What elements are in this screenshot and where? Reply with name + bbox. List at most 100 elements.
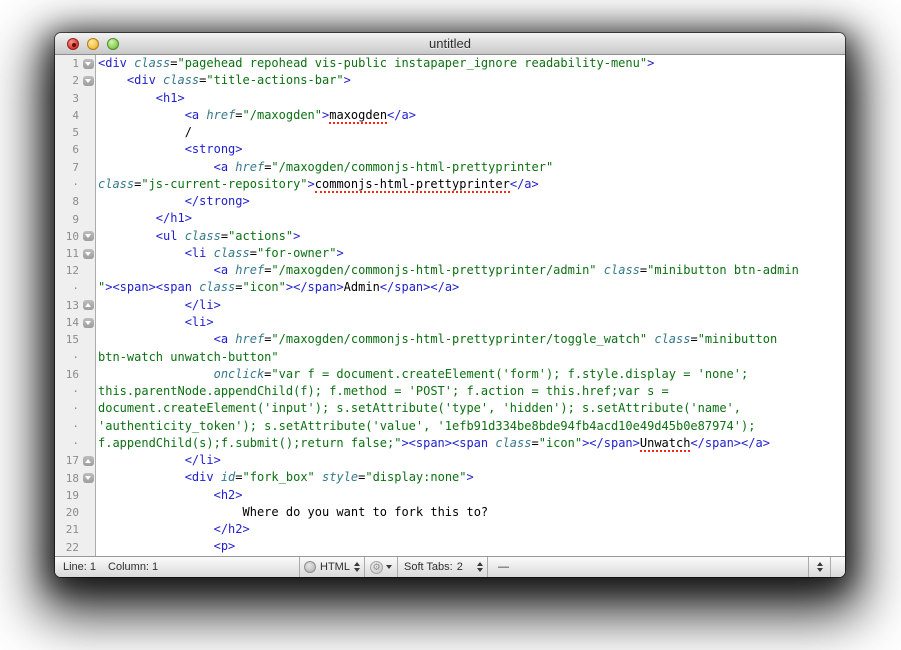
language-popup[interactable]: HTML — [300, 557, 365, 577]
code-token: = — [235, 107, 243, 122]
code-line[interactable]: <a href="/maxogden/commonjs-html-prettyp… — [98, 331, 845, 348]
code-line[interactable]: f.appendChild(s);f.submit();return false… — [98, 435, 845, 452]
code-line[interactable]: </li> — [98, 297, 845, 314]
gutter-row: 21 — [55, 521, 95, 538]
code-line[interactable]: </h1> — [98, 210, 845, 227]
code-token: class — [163, 73, 200, 88]
code-token: </li> — [184, 297, 221, 312]
symbol-popup[interactable]: — — [488, 557, 809, 577]
code-line[interactable]: / — [98, 124, 845, 141]
status-bar-end — [831, 557, 845, 577]
wrap-marker: · — [72, 281, 79, 295]
code-token: "/maxogden/commonjs-html-prettyprinter/a… — [271, 263, 597, 278]
gutter-row: 16 — [55, 366, 95, 383]
code-line[interactable]: document.createElement('input'); s.setAt… — [98, 400, 845, 417]
code-token: btn-watch unwatch-button" — [98, 349, 279, 364]
code-token: = — [235, 280, 243, 295]
line-number: 20 — [65, 506, 79, 520]
code-token: </span></a> — [690, 435, 770, 450]
fold-arrow-icon[interactable] — [81, 297, 95, 314]
gutter-row: · — [55, 400, 95, 417]
code-line[interactable]: btn-watch unwatch-button" — [98, 349, 845, 366]
code-line[interactable]: </h2> — [98, 521, 845, 538]
code-token: </a> — [509, 176, 539, 191]
code-line[interactable]: <li> — [98, 314, 845, 331]
gutter-row: 5 — [55, 124, 95, 141]
code-token: 'authenticity_token'); s.setAttribute('v… — [98, 418, 756, 433]
misspelled-word: Unwatch — [639, 435, 691, 452]
code-line[interactable]: <a href="/maxogden">maxogden</a> — [98, 107, 845, 124]
code-token: </h1> — [155, 211, 192, 226]
code-line[interactable]: <div class="title-actions-bar"> — [98, 72, 845, 89]
code-token: ><span><span — [401, 435, 496, 450]
gutter-row: · — [55, 435, 95, 452]
code-token: class — [654, 332, 691, 347]
code-token: class — [213, 245, 250, 260]
code-token: > — [307, 176, 315, 191]
code-line[interactable]: onclick="var f = document.createElement(… — [98, 366, 845, 383]
code-token: <div — [126, 73, 164, 88]
gutter-row: 11 — [55, 245, 95, 262]
code-token: "/maxogden/commonjs-html-prettyprinter" — [271, 159, 554, 174]
fold-arrow-icon[interactable] — [81, 469, 95, 486]
code-token: ></span> — [582, 435, 640, 450]
soft-tabs-label: Soft Tabs: — [404, 561, 453, 573]
fold-arrow-icon[interactable] — [81, 452, 95, 469]
gutter-row: 17 — [55, 452, 95, 469]
code-pane[interactable]: <div class="pagehead repohead vis-public… — [96, 55, 845, 556]
code-line[interactable]: <a href="/maxogden/commonjs-html-prettyp… — [98, 159, 845, 176]
code-token: "display:none" — [365, 470, 467, 485]
code-line[interactable]: </strong> — [98, 193, 845, 210]
code-line[interactable]: <h1> — [98, 90, 845, 107]
gear-icon: ⚙ — [370, 560, 383, 574]
gutter-row: 3 — [55, 90, 95, 107]
code-line[interactable]: <h2> — [98, 487, 845, 504]
code-line[interactable]: <p> — [98, 538, 845, 555]
code-line[interactable]: Where do you want to fork this to? — [98, 504, 845, 521]
line-number: 22 — [65, 540, 79, 554]
gutter-row: 7 — [55, 159, 95, 176]
code-token: <h2> — [213, 487, 243, 502]
fold-arrow-icon[interactable] — [81, 72, 95, 89]
code-token: Where do you want to fork this to? — [242, 504, 489, 519]
line-number: 9 — [72, 212, 79, 226]
code-line[interactable]: <ul class="actions"> — [98, 228, 845, 245]
bundle-icon — [304, 561, 316, 573]
code-line[interactable]: class="js-current-repository">commonjs-h… — [98, 176, 845, 193]
fold-arrow-icon[interactable] — [81, 245, 95, 262]
code-token: class — [98, 176, 135, 191]
fold-arrow-icon[interactable] — [81, 55, 95, 72]
code-token: class — [134, 56, 171, 70]
actions-menu-button[interactable]: ⚙ — [365, 557, 398, 577]
line-number: 12 — [65, 264, 79, 278]
code-line[interactable]: <a href="/maxogden/commonjs-html-prettyp… — [98, 262, 845, 279]
soft-tabs-value: 2 — [456, 561, 463, 573]
code-token: </span></a> — [379, 280, 460, 295]
line-number: 1 — [72, 57, 79, 71]
gutter-row: 8 — [55, 193, 95, 210]
code-line[interactable]: <li class="for-owner"> — [98, 245, 845, 262]
code-line[interactable]: <div id="fork_box" style="display:none"> — [98, 469, 845, 486]
code-token: <strong> — [184, 142, 243, 157]
code-line[interactable]: <div class="pagehead repohead vis-public… — [98, 55, 845, 72]
wrap-marker: · — [72, 419, 79, 433]
fold-arrow-icon[interactable] — [81, 228, 95, 245]
gutter-row: 2 — [55, 72, 95, 89]
code-line[interactable]: "><span><span class="icon"></span>Admin<… — [98, 279, 845, 296]
code-line[interactable]: </li> — [98, 452, 845, 469]
fold-arrow-icon[interactable] — [81, 314, 95, 331]
code-token: > — [336, 245, 344, 260]
title-bar[interactable]: untitled — [55, 33, 845, 55]
line-number: 11 — [65, 247, 79, 261]
line-number: 3 — [72, 91, 79, 105]
code-line[interactable]: 'authenticity_token'); s.setAttribute('v… — [98, 418, 845, 435]
code-line[interactable]: this.parentNode.appendChild(f); f.method… — [98, 383, 845, 400]
soft-tabs-control[interactable]: Soft Tabs: 2 — [398, 557, 488, 577]
gutter-row: · — [55, 279, 95, 296]
code-line[interactable]: <strong> — [98, 141, 845, 158]
right-stepper[interactable] — [809, 557, 831, 577]
